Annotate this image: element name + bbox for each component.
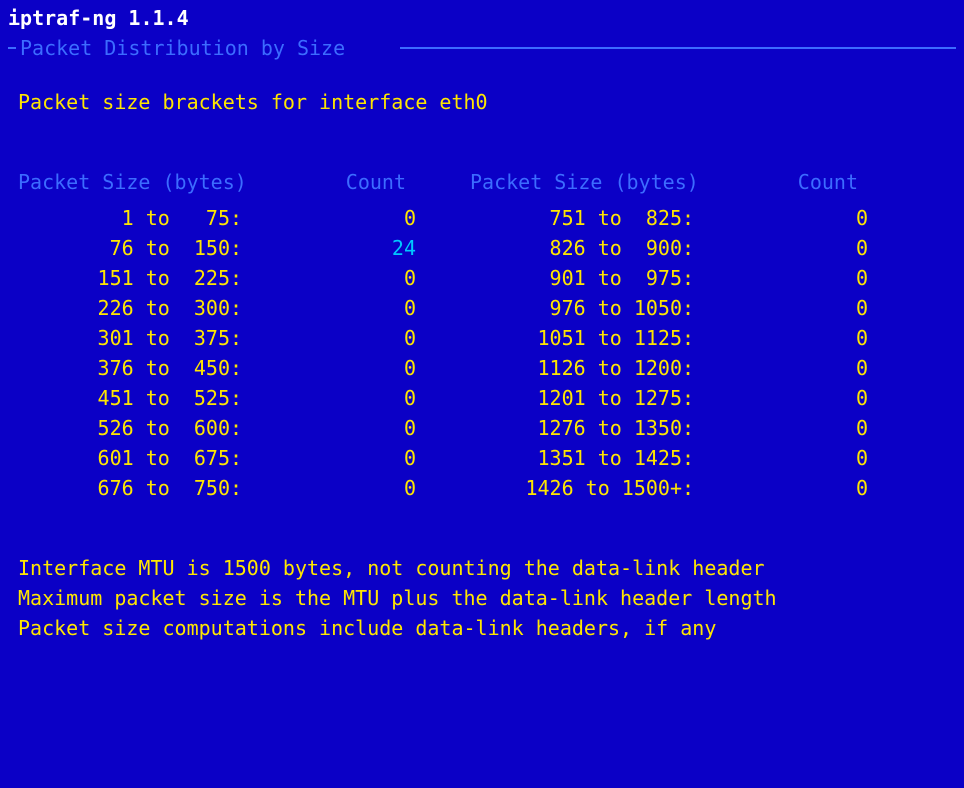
bracket-row: 226 to 300:0 [18,293,470,323]
colon: : [230,293,242,323]
bracket-count: 24 [242,233,470,263]
bracket-count: 0 [242,293,470,323]
bracket-range: 601 to 675 [18,443,230,473]
bracket-count: 0 [694,473,922,503]
bracket-row: 526 to 600:0 [18,413,470,443]
bracket-range: 151 to 225 [18,263,230,293]
bracket-row: 901 to 975:0 [470,263,922,293]
bracket-range: 826 to 900 [470,233,682,263]
brackets-table: Packet Size (bytes) Count 1 to 75:0 76 t… [18,167,946,503]
bracket-range: 751 to 825 [470,203,682,233]
bracket-count: 0 [694,233,922,263]
bracket-row: 1126 to 1200:0 [470,353,922,383]
colon: : [230,203,242,233]
bracket-count: 0 [242,263,470,293]
colon: : [682,203,694,233]
frame-title: Packet Distribution by Size [20,33,345,63]
colon: : [682,413,694,443]
bracket-count: 0 [694,203,922,233]
colon: : [682,443,694,473]
col-header-count: Count [724,167,922,197]
col-header-size: Packet Size (bytes) [470,167,724,197]
bracket-range: 1351 to 1425 [470,443,682,473]
bracket-row: 826 to 900:0 [470,233,922,263]
bracket-count: 0 [694,263,922,293]
colon: : [682,293,694,323]
bracket-count: 0 [694,353,922,383]
col-header-size: Packet Size (bytes) [18,167,272,197]
bracket-count: 0 [694,413,922,443]
brackets-col-left: Packet Size (bytes) Count 1 to 75:0 76 t… [18,167,470,503]
bracket-row: 751 to 825:0 [470,203,922,233]
frame-border-top: Packet Distribution by Size [0,33,964,63]
note-line: Interface MTU is 1500 bytes, not countin… [18,553,946,583]
bracket-row: 1 to 75:0 [18,203,470,233]
bracket-range: 676 to 750 [18,473,230,503]
bracket-range: 901 to 975 [470,263,682,293]
bracket-count: 0 [242,413,470,443]
colon: : [682,263,694,293]
bracket-row: 601 to 675:0 [18,443,470,473]
colon: : [230,473,242,503]
colon: : [230,233,242,263]
bracket-row: 76 to 150:24 [18,233,470,263]
bracket-row: 1351 to 1425:0 [470,443,922,473]
bracket-count: 0 [242,383,470,413]
colon: : [682,473,694,503]
brackets-col-right: Packet Size (bytes) Count 751 to 825:0 8… [470,167,922,503]
colon: : [230,383,242,413]
colon: : [682,233,694,263]
bracket-range: 1 to 75 [18,203,230,233]
bracket-count: 0 [242,473,470,503]
bracket-count: 0 [242,443,470,473]
app-title: iptraf-ng 1.1.4 [0,0,964,33]
bracket-range: 76 to 150 [18,233,230,263]
colon: : [230,443,242,473]
bracket-row: 376 to 450:0 [18,353,470,383]
colon: : [230,353,242,383]
bracket-row: 301 to 375:0 [18,323,470,353]
colon: : [230,323,242,353]
bracket-range: 526 to 600 [18,413,230,443]
bracket-row: 1276 to 1350:0 [470,413,922,443]
colon: : [682,323,694,353]
bracket-count: 0 [694,293,922,323]
colon: : [682,383,694,413]
bracket-row: 1201 to 1275:0 [470,383,922,413]
colon: : [230,413,242,443]
colon: : [230,263,242,293]
bracket-row: 676 to 750:0 [18,473,470,503]
bracket-row: 151 to 225:0 [18,263,470,293]
bracket-range: 1051 to 1125 [470,323,682,353]
bracket-range: 976 to 1050 [470,293,682,323]
bracket-range: 1201 to 1275 [470,383,682,413]
note-line: Packet size computations include data-li… [18,613,946,643]
colon: : [682,353,694,383]
subtitle: Packet size brackets for interface eth0 [18,87,946,117]
footer-notes: Interface MTU is 1500 bytes, not countin… [18,553,946,643]
bracket-row: 451 to 525:0 [18,383,470,413]
bracket-range: 301 to 375 [18,323,230,353]
bracket-range: 226 to 300 [18,293,230,323]
bracket-row: 1426 to 1500+:0 [470,473,922,503]
bracket-count: 0 [694,323,922,353]
bracket-row: 976 to 1050:0 [470,293,922,323]
bracket-range: 376 to 450 [18,353,230,383]
bracket-row: 1051 to 1125:0 [470,323,922,353]
bracket-range: 1126 to 1200 [470,353,682,383]
bracket-count: 0 [242,353,470,383]
bracket-count: 0 [242,203,470,233]
bracket-count: 0 [694,383,922,413]
bracket-range: 451 to 525 [18,383,230,413]
note-line: Maximum packet size is the MTU plus the … [18,583,946,613]
bracket-count: 0 [242,323,470,353]
bracket-range: 1276 to 1350 [470,413,682,443]
bracket-count: 0 [694,443,922,473]
col-header-count: Count [272,167,470,197]
bracket-range: 1426 to 1500+ [470,473,682,503]
